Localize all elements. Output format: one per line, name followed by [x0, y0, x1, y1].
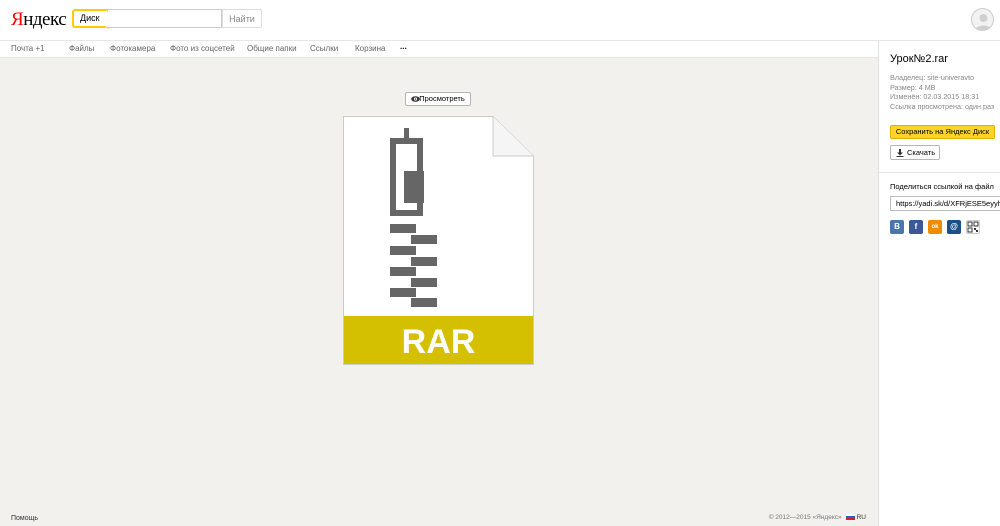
download-icon	[896, 149, 904, 157]
nav-item-files[interactable]: Файлы	[69, 44, 94, 53]
odnoklassniki-share-icon[interactable]: ok	[928, 220, 942, 234]
nav-item-social-photos[interactable]: Фото из соцсетей	[170, 44, 235, 53]
save-to-disk-button[interactable]: Сохранить на Яндекс Диск	[890, 125, 995, 139]
sidebar-divider	[879, 172, 1000, 173]
search-input[interactable]	[108, 9, 222, 28]
download-button[interactable]: Скачать	[890, 145, 940, 160]
preview-area: Просмотреть RAR Помощь © 2012—2015 «Янде…	[0, 58, 878, 526]
file-size: Размер: 4 MB	[890, 82, 936, 92]
file-name: Урок№2.rar	[890, 53, 948, 65]
facebook-share-icon[interactable]: f	[909, 220, 923, 234]
nav-item-mail[interactable]: Почта +1	[11, 44, 45, 53]
footer-copyright: © 2012—2015 «Яндекс» RU	[768, 514, 866, 521]
nav-more-button[interactable]: ...	[400, 42, 407, 51]
preview-button[interactable]: Просмотреть	[405, 92, 471, 106]
service-nav: Почта +1 Файлы Фотокамера Фото из соцсет…	[0, 40, 878, 58]
search-button[interactable]: Найти	[222, 9, 262, 28]
nav-item-camera[interactable]: Фотокамера	[110, 44, 155, 53]
nav-item-links[interactable]: Ссылки	[310, 44, 338, 53]
yandex-logo[interactable]: Яндекс	[11, 9, 67, 31]
russia-flag-icon	[845, 514, 855, 520]
vk-share-icon[interactable]: B	[890, 220, 904, 234]
user-avatar-icon[interactable]	[971, 8, 994, 31]
eye-icon	[411, 96, 420, 102]
header: Яндекс Диск Найти	[0, 0, 1000, 40]
file-type-label: RAR	[402, 323, 476, 361]
service-tag[interactable]: Диск	[72, 9, 108, 28]
file-owner: Владелец: site-univeravto	[890, 73, 974, 82]
mail-share-icon[interactable]: @	[947, 220, 961, 234]
rar-file-icon: RAR	[343, 116, 534, 365]
nav-item-shared-folders[interactable]: Общие папки	[247, 44, 297, 53]
file-views: Ссылка просмотрена: один раз	[890, 101, 995, 111]
file-meta: Владелец: site-univeravto Размер: 4 MB И…	[890, 73, 994, 111]
file-modified: Изменён: 02.03.2015 18:31	[890, 92, 980, 101]
share-label: Поделиться ссылкой на файл	[890, 182, 994, 191]
nav-item-trash[interactable]: Корзина	[355, 44, 385, 53]
share-link-input[interactable]	[890, 196, 1000, 211]
qr-code-icon[interactable]	[966, 220, 980, 234]
language-switcher[interactable]: RU	[857, 514, 866, 521]
file-info-sidebar: Урок№2.rar Владелец: site-univeravto Раз…	[878, 40, 1000, 526]
help-link[interactable]: Помощь	[11, 515, 38, 522]
